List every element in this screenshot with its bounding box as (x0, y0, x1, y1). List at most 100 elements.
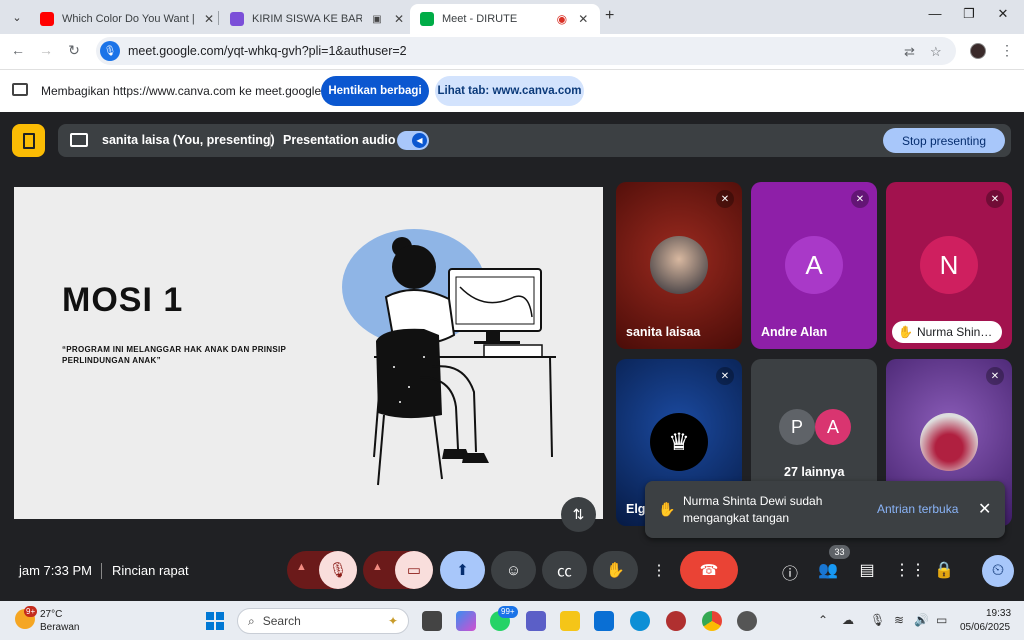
weather-temperature[interactable]: 27°C (40, 609, 62, 620)
participant-tile[interactable]: ✕ sanita laisaa (616, 182, 742, 349)
participant-tile[interactable]: ✕ A Andre Alan (751, 182, 877, 349)
meeting-info-icon[interactable]: ⓘ (779, 560, 801, 584)
tab-kirim-siswa[interactable]: KIRIM SISWA KE BARAK MI ▣ ✕ (220, 4, 416, 34)
chrome-icon[interactable] (702, 611, 722, 631)
reload-icon[interactable]: ↻ (64, 42, 84, 59)
wifi-icon[interactable]: ≋ (894, 613, 904, 627)
emoji-reactions-button[interactable]: ☺ (491, 551, 536, 589)
avatar: N (920, 236, 978, 294)
microphone-icon[interactable]: 🎙 (870, 613, 885, 627)
raise-hand-button[interactable]: ✋ (593, 551, 638, 589)
tab-divider (218, 11, 219, 25)
url-text[interactable]: meet.google.com/yqt-whkq-gvh?pli=1&authu… (128, 44, 407, 58)
profile-avatar[interactable] (970, 43, 986, 59)
presenter-label: sanita laisa (You, presenting) (102, 133, 275, 147)
slide-subtitle: “PROGRAM INI MELANGGAR HAK ANAK DAN PRIN… (62, 345, 287, 365)
new-tab-icon[interactable]: + (605, 7, 614, 25)
sharing-status-text: Membagikan https://www.canva.com ke meet… (41, 84, 348, 98)
speaker-icon: ◀ (412, 133, 427, 148)
chat-icon[interactable]: ▤ (856, 560, 878, 580)
forward-icon[interactable]: → (36, 42, 56, 58)
restore-icon[interactable]: ❐ (954, 6, 984, 22)
meet-activities-icon[interactable] (12, 124, 45, 157)
clock-time[interactable]: 19:33 (986, 608, 1011, 619)
meeting-time: jam 7:33 PM (19, 563, 92, 578)
browser-menu-icon[interactable]: ⋮ (1000, 42, 1014, 59)
mic-off-icon: ✕ (716, 367, 734, 385)
browser-toolbar: ← → ↻ 🎙 meet.google.com/yqt-whkq-gvh?pli… (0, 34, 1024, 70)
cloud-icon[interactable]: ☁ (842, 613, 854, 627)
tab-meet[interactable]: Meet - DIRUTE ◉ ✕ (410, 4, 600, 34)
leave-call-button[interactable]: ☎ (680, 551, 738, 589)
teams-icon[interactable] (526, 611, 546, 631)
presenting-bar: sanita laisa (You, presenting) Presentat… (58, 124, 1011, 157)
people-icon[interactable]: 👥 (817, 560, 839, 580)
open-queue-link[interactable]: Antrian terbuka (877, 502, 958, 516)
more-options-icon[interactable]: ⋮ (646, 551, 672, 589)
windows-start-icon[interactable] (206, 612, 224, 630)
people-count-badge: 33 (829, 545, 850, 559)
translate-icon[interactable]: ⇄ (904, 44, 915, 60)
tab-search-chevron-icon[interactable]: ⌄ (6, 6, 28, 28)
mic-control-group: ▲ 🎙 (287, 551, 357, 589)
host-controls-icon[interactable]: 🔒 (933, 560, 955, 580)
screen-share-icon (12, 83, 28, 96)
participant-name: Nurma Shin… (916, 325, 993, 339)
volume-icon[interactable]: 🔊 (914, 613, 929, 627)
activities-grid-icon[interactable]: ⋮⋮ (894, 560, 926, 580)
divider (270, 132, 271, 149)
woman-at-computer-illustration (342, 229, 556, 486)
stop-sharing-button[interactable]: Hentikan berbagi (321, 76, 429, 106)
task-view-icon[interactable] (422, 611, 442, 631)
divider (101, 563, 102, 579)
swap-layout-button[interactable]: ⇅ (561, 497, 596, 532)
close-tab-icon[interactable]: ✕ (392, 12, 406, 26)
file-explorer-icon[interactable] (560, 611, 580, 631)
avatar: P (779, 409, 815, 445)
settings-gear-icon[interactable] (737, 611, 757, 631)
tab-strip: ⌄ Which Color Do You Want | Col ✕ KIRIM … (0, 0, 1024, 34)
toast-message: Nurma Shinta Dewi sudah mengangkat tanga… (683, 494, 823, 525)
store-icon[interactable] (594, 611, 614, 631)
presentation-audio-label: Presentation audio (283, 133, 396, 147)
participant-tile[interactable]: ✕ N ✋ Nurma Shin… (886, 182, 1012, 349)
weather-condition[interactable]: Berawan (40, 622, 79, 633)
camera-off-button[interactable]: ▭ (395, 551, 433, 589)
address-bar[interactable]: 🎙 meet.google.com/yqt-whkq-gvh?pli=1&aut… (96, 37, 956, 65)
minimize-icon[interactable]: — (920, 6, 950, 21)
tab-youtube[interactable]: Which Color Do You Want | Col ✕ (30, 4, 226, 34)
recording-icon: ◉ (556, 12, 568, 26)
mic-off-icon: ✕ (851, 190, 869, 208)
clock-date[interactable]: 05/06/2025 (960, 622, 1010, 633)
camera-options-chevron-icon[interactable]: ▲ (372, 561, 383, 573)
close-window-icon[interactable]: ✕ (988, 6, 1018, 22)
captions-button[interactable]: ㏄ (542, 551, 587, 589)
close-tab-icon[interactable]: ✕ (202, 12, 216, 26)
battery-icon[interactable]: ▭ (936, 613, 947, 627)
edge-icon[interactable] (630, 611, 650, 631)
mic-off-icon: ✕ (986, 367, 1004, 385)
view-tab-button[interactable]: Lihat tab: www.canva.com (435, 76, 584, 106)
search-icon: ⌕ (248, 613, 255, 628)
crown-avatar-icon: ♛ (650, 413, 708, 471)
meeting-details-link[interactable]: Rincian rapat (112, 563, 189, 578)
app-icon[interactable] (666, 611, 686, 631)
copilot-icon[interactable] (456, 611, 476, 631)
back-icon[interactable]: ← (8, 42, 28, 58)
show-hidden-icons-chevron-icon[interactable]: ⌃ (818, 613, 828, 627)
taskbar-search[interactable]: ⌕ Search ✦ (237, 608, 409, 634)
stop-presenting-button[interactable]: Stop presenting (883, 128, 1005, 153)
microphone-active-icon[interactable]: 🎙 (100, 41, 120, 61)
bookmark-star-icon[interactable]: ☆ (930, 44, 942, 60)
sharing-infobar: Membagikan https://www.canva.com ke meet… (0, 70, 1024, 112)
mic-off-button[interactable]: 🎙 (319, 551, 357, 589)
close-toast-icon[interactable]: ✕ (978, 499, 991, 519)
canva-doc-icon (230, 12, 244, 26)
presentation-audio-toggle[interactable]: ◀ (397, 131, 429, 150)
mic-options-chevron-icon[interactable]: ▲ (296, 561, 307, 573)
present-now-button[interactable]: ⬆ (440, 551, 485, 589)
timer-icon[interactable]: ⏲ (982, 555, 1014, 587)
close-tab-icon[interactable]: ✕ (577, 12, 590, 26)
youtube-icon (40, 12, 54, 26)
raised-hand-icon: ✋ (898, 325, 913, 339)
